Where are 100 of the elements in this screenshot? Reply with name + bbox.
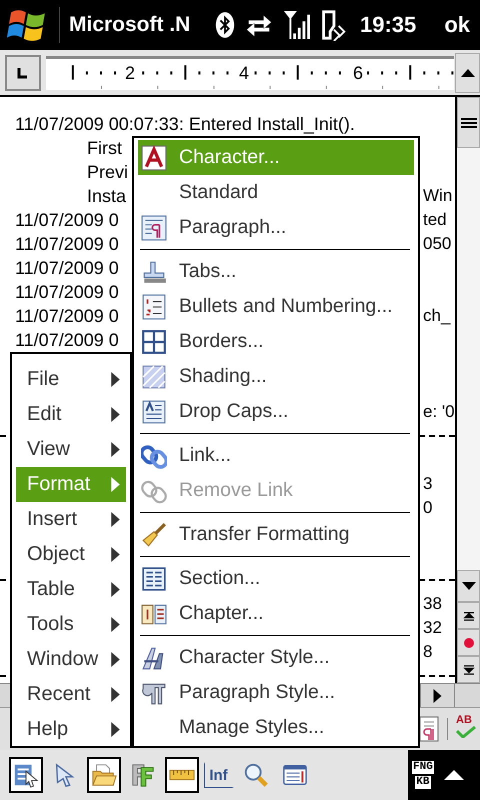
spell-label: AB [456, 714, 473, 726]
folder-icon [91, 762, 117, 788]
submenu-arrow-icon [111, 722, 120, 737]
submenu-arrow-icon [111, 372, 120, 387]
open-folder-button[interactable] [87, 757, 121, 793]
log-text: Win [423, 185, 452, 207]
menu-icon [460, 118, 476, 128]
submenu-arrow-icon [111, 652, 120, 667]
log-line: 11/07/2009 0 [15, 329, 119, 352]
bluetooth-icon[interactable] [214, 10, 236, 40]
submenu-arrow-icon [111, 512, 120, 527]
info-button[interactable]: Inf [204, 762, 234, 788]
menu-item[interactable]: Shading... [138, 359, 414, 394]
select-tool-button[interactable] [9, 757, 43, 793]
menu-item[interactable]: Manage Styles... [138, 710, 414, 745]
dot-icon [464, 638, 474, 648]
page-down-icon [462, 664, 476, 674]
log-text: 32 [423, 617, 442, 639]
chain-link-icon [141, 442, 167, 468]
ok-button[interactable]: ok [440, 12, 474, 38]
log-text: 38 [423, 593, 442, 615]
log-text: e: '0 [423, 401, 455, 423]
checkmark-icon [456, 726, 476, 738]
submenu-arrow-icon [111, 442, 120, 457]
menu-item[interactable]: Standard [138, 175, 414, 210]
down-arrow-icon [462, 581, 476, 591]
log-line: 11/07/2009 0 [15, 305, 119, 328]
menu-item[interactable]: Borders... [138, 324, 414, 359]
grid-icon [141, 328, 167, 354]
scroll-right-button[interactable] [420, 684, 455, 707]
menu-item[interactable]: Window [16, 642, 126, 677]
menu-item[interactable]: Chapter... [138, 596, 414, 631]
menu-item[interactable]: Bullets and Numbering... [138, 289, 414, 324]
ruler-number: 2 [125, 62, 136, 82]
up-arrow-icon [444, 770, 464, 780]
submenu-arrow-icon [111, 582, 120, 597]
submenu-arrow-icon [111, 617, 120, 632]
menu-item[interactable]: Tools [16, 607, 126, 642]
menu-item[interactable]: Tabs... [138, 254, 414, 289]
log-line: 11/07/2009 0 [15, 257, 119, 280]
menu-item[interactable]: View [16, 432, 126, 467]
hatched-square-icon [141, 364, 167, 390]
menu-item[interactable]: Help [16, 712, 126, 747]
log-text: 0 [423, 497, 432, 519]
menu-item[interactable]: Transfer Formatting [138, 517, 414, 552]
view-menu-button[interactable] [457, 97, 480, 148]
log-text: 050 [423, 233, 452, 255]
brush-icon [141, 522, 167, 548]
menu-item[interactable]: Paragraph Style... [138, 675, 414, 710]
keyboard-label: FNG [412, 761, 434, 774]
submenu-arrow-icon [111, 477, 120, 492]
menu-item[interactable]: Recent [16, 677, 126, 712]
phone-icon[interactable] [319, 9, 347, 41]
font-icon [141, 144, 167, 170]
menu-item[interactable]: Edit [16, 397, 126, 432]
tab-stop-icon [17, 66, 29, 78]
log-line: 11/07/2009 0 [15, 233, 119, 256]
scroll-up-button[interactable] [455, 52, 480, 92]
menu-item[interactable]: Object [16, 537, 126, 572]
spell-check-button[interactable]: AB [456, 714, 480, 744]
log-line: Insta [87, 185, 126, 208]
log-line: Previ [87, 161, 128, 184]
menu-item[interactable]: Table [16, 572, 126, 607]
letter-f-icon [130, 762, 156, 788]
app-title: Microsoft .N [69, 13, 192, 37]
clock-time[interactable]: 19:35 [360, 12, 416, 38]
log-text: 8 [423, 641, 432, 663]
bookmark-button[interactable] [457, 629, 480, 656]
tab-stop-icon [141, 258, 167, 284]
submenu-arrow-icon [111, 407, 120, 422]
log-line: 11/07/2009 0 [15, 209, 119, 232]
menu-item[interactable]: Section... [138, 561, 414, 596]
scroll-down-button[interactable] [457, 570, 480, 602]
menu-item[interactable]: Insert [16, 502, 126, 537]
ruler-number: 6 [353, 62, 364, 82]
submenu-arrow-icon [111, 687, 120, 702]
paragraph-icon [141, 214, 167, 240]
ruler-tool-button[interactable] [165, 757, 199, 793]
up-arrow-icon [460, 68, 474, 78]
menu-item[interactable]: Character Style... [138, 640, 414, 675]
menu-item[interactable]: File [16, 362, 126, 397]
list-cursor-icon [13, 762, 39, 788]
menu-item[interactable]: Paragraph... [138, 210, 414, 245]
page-up-icon [462, 610, 476, 620]
log-line: 11/07/2009 0 [15, 281, 119, 304]
columns-icon [141, 566, 167, 592]
right-arrow-icon [433, 688, 442, 702]
keyboard-label: KB [415, 776, 430, 789]
page-down-button[interactable] [457, 656, 480, 683]
paragraph-mark-icon[interactable] [419, 716, 439, 742]
menu-item[interactable]: Drop Caps... [138, 394, 414, 429]
signal-icon[interactable] [282, 9, 310, 41]
submenu-arrow-icon [111, 547, 120, 562]
page-up-button[interactable] [457, 602, 480, 629]
log-text: ted [423, 209, 447, 231]
numbered-list-icon [141, 294, 167, 320]
ruler[interactable]: 2 4 6 [46, 56, 454, 90]
menu-item[interactable]: Link... [138, 438, 414, 473]
log-text: 3 [423, 473, 432, 495]
tab-stop-button[interactable] [5, 54, 41, 90]
